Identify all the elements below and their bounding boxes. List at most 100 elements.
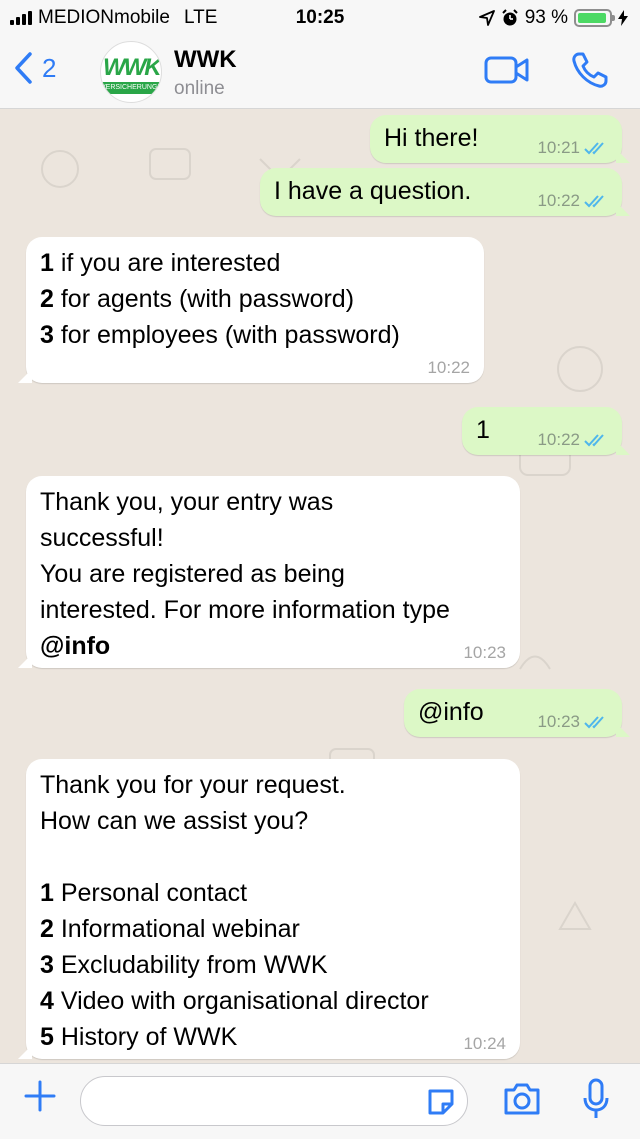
message-text: @info	[418, 694, 484, 730]
battery-fill	[578, 13, 606, 23]
message-bold-text: 4	[40, 987, 54, 1015]
message-line: interested. For more information type	[40, 592, 450, 628]
status-bar: MEDIONmobile LTE 10:25 93 %	[0, 0, 640, 36]
contact-name[interactable]: WWK	[174, 46, 237, 74]
status-right: 93 %	[478, 7, 628, 29]
message-line-text: @info	[418, 698, 484, 726]
sticker-icon	[428, 1089, 454, 1115]
message-line-text: for agents (with password)	[53, 285, 355, 313]
message-line-text: Personal contact	[53, 879, 248, 907]
microphone-icon	[583, 1078, 609, 1118]
message-text: Hi there!	[384, 120, 478, 156]
message-line: 1	[476, 412, 490, 448]
message-bold-text: 1	[40, 249, 54, 277]
message-meta: 10:21	[537, 139, 608, 157]
message-time: 10:22	[537, 430, 580, 449]
message-time: 10:22	[427, 358, 470, 377]
alarm-icon	[501, 9, 518, 26]
message-bold-text: 3	[40, 321, 54, 349]
location-arrow-icon	[478, 10, 495, 26]
message-bold-text: 2	[40, 285, 54, 313]
message-line-text: 1	[476, 416, 490, 444]
message-line-text: Excludability from WWK	[53, 951, 328, 979]
outgoing-message[interactable]: I have a question. 10:22	[260, 168, 630, 216]
message-line: Thank you for your request.	[40, 767, 429, 803]
chat-header: 2 WWK VERSICHERUNGEN WWK online	[0, 36, 640, 109]
message-line-text: Hi there!	[384, 124, 479, 152]
message-line-text: I have a question.	[274, 177, 472, 205]
message-text: Thank you, your entry was successful! You …	[40, 484, 450, 664]
message-line: successful!	[40, 520, 450, 556]
message-line-text: Thank you, your entry was	[40, 488, 334, 516]
message-meta: 10:24	[463, 1035, 506, 1053]
message-line: 3 Excludability from WWK	[40, 947, 429, 983]
avatar-logo-text: WWK	[103, 54, 161, 81]
message-line: I have a question.	[274, 173, 471, 209]
bubble-tail	[616, 723, 630, 737]
message-text: Thank you for your request. How can we as…	[40, 767, 429, 1055]
outgoing-message[interactable]: @info 10:23	[404, 689, 630, 737]
back-chevron-icon	[15, 52, 32, 84]
message-meta: 10:23	[463, 644, 506, 662]
read-receipt-icon	[584, 195, 604, 208]
message-time: 10:23	[463, 643, 506, 662]
incoming-message[interactable]: Thank you for your request. How can we as…	[18, 759, 520, 1059]
message-text: 1	[476, 412, 490, 448]
message-line-text: History of WWK	[53, 1023, 238, 1051]
message-line: 5 History of WWK	[40, 1019, 429, 1055]
outgoing-message[interactable]: Hi there! 10:21	[370, 115, 630, 163]
message-line-text: if you are interested	[53, 249, 281, 277]
message-time: 10:22	[537, 191, 580, 210]
message-line: How can we assist you?	[40, 803, 429, 839]
message-time: 10:21	[537, 138, 580, 157]
message-line: 2 for agents (with password)	[40, 281, 400, 317]
avatar[interactable]: WWK VERSICHERUNGEN	[100, 41, 162, 103]
message-line-text: How can we assist you?	[40, 807, 309, 835]
message-bold-text: 2	[40, 915, 54, 943]
incoming-message[interactable]: Thank you, your entry was successful! You …	[18, 476, 520, 668]
read-receipt-icon	[584, 434, 604, 447]
message-meta: 10:23	[537, 713, 608, 731]
read-receipt-icon	[584, 142, 604, 155]
read-receipt-icon	[584, 716, 604, 729]
bubble-tail	[18, 654, 32, 668]
voice-message-button[interactable]	[582, 1078, 610, 1127]
message-line-text: for employees (with password)	[53, 321, 400, 349]
bubble-tail	[616, 202, 630, 216]
message-meta: 10:22	[537, 431, 608, 449]
message-meta: 10:22	[427, 359, 470, 377]
message-line-text: interested. For more information type	[40, 596, 450, 624]
unread-count: 2	[42, 52, 57, 83]
outgoing-message[interactable]: 1 10:22	[462, 407, 630, 455]
message-text: I have a question.	[274, 173, 471, 209]
message-bold-text: 5	[40, 1023, 54, 1051]
message-line: 1 Personal contact	[40, 875, 429, 911]
attach-button[interactable]	[22, 1078, 58, 1121]
message-input[interactable]	[80, 1076, 468, 1126]
message-line	[40, 839, 429, 875]
battery-percent: 93 %	[524, 7, 568, 28]
incoming-message[interactable]: 1 if you are interested 2 for agents (wit…	[18, 237, 484, 383]
message-time: 10:24	[463, 1034, 506, 1053]
battery-icon	[574, 9, 615, 27]
voice-call-button[interactable]	[570, 50, 610, 95]
chat-area[interactable]: Hi there! 10:21 I have a question. 10:22 1 i…	[0, 109, 640, 1062]
camera-button[interactable]	[502, 1082, 542, 1121]
message-line-text: You are registered as being	[40, 560, 345, 588]
bubble-tail	[18, 369, 32, 383]
sticker-button[interactable]	[425, 1086, 457, 1123]
message-line-text: Video with organisational director	[53, 987, 429, 1015]
compose-bar	[0, 1063, 640, 1139]
video-call-icon	[484, 56, 529, 84]
message-bold-text: @info	[40, 632, 111, 660]
bubble-tail	[18, 1045, 32, 1059]
message-line: Thank you, your entry was	[40, 484, 450, 520]
back-button[interactable]: 2	[12, 50, 56, 86]
message-bold-text: 1	[40, 879, 54, 907]
message-line: 3 for employees (with password)	[40, 317, 400, 353]
message-line: @info	[40, 628, 450, 664]
video-call-button[interactable]	[484, 54, 530, 91]
message-line: 4 Video with organisational director	[40, 983, 429, 1019]
phone-icon	[572, 52, 608, 88]
camera-icon	[504, 1083, 540, 1115]
